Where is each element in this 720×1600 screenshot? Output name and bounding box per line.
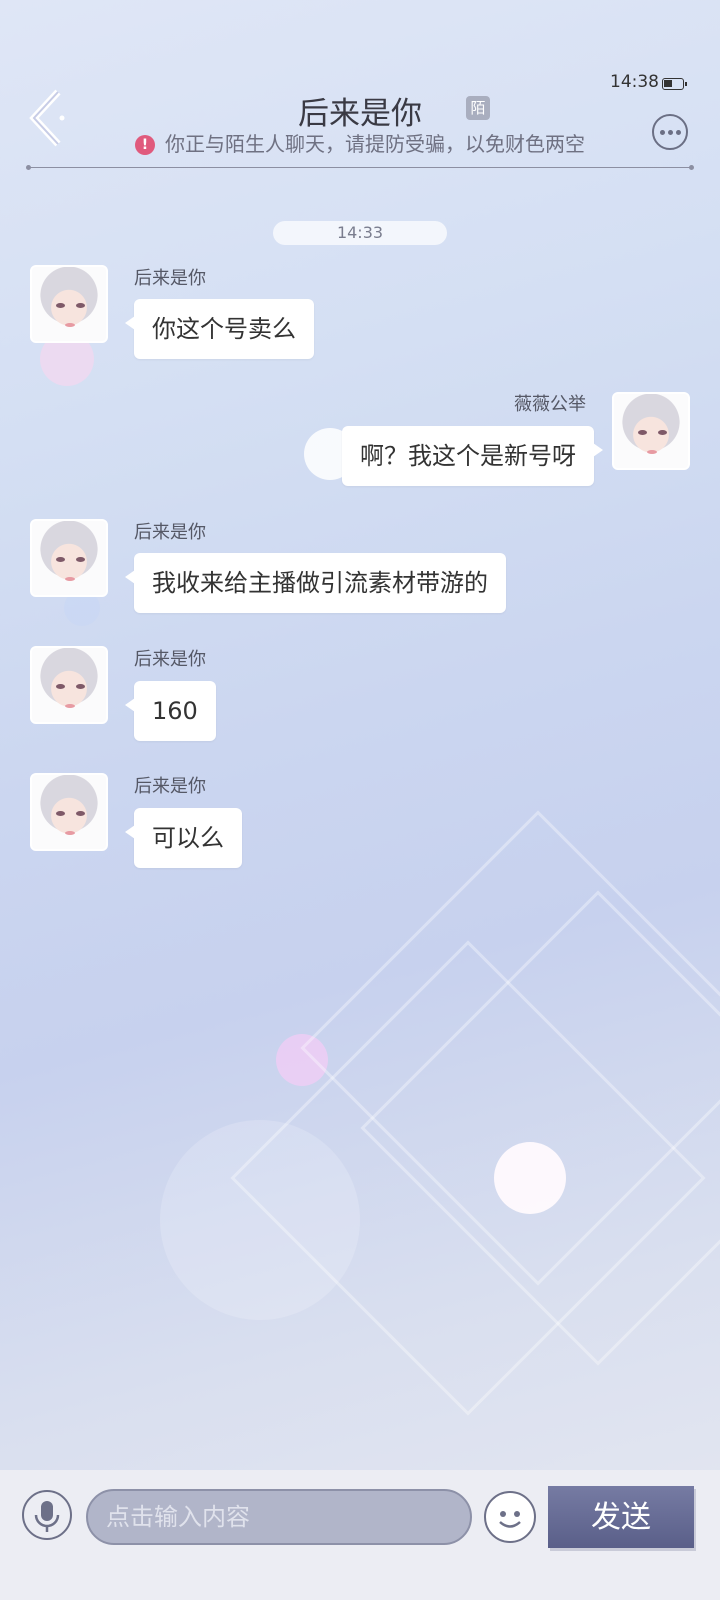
message-bubble[interactable]: 啊？我这个是新号呀 [342,426,603,486]
message-sender: 后来是你 [134,776,206,797]
bg-glow [276,1034,328,1086]
bg-diamond [360,890,720,1366]
send-button[interactable]: 发送 [548,1486,694,1548]
page-title: 后来是你 [298,96,422,132]
message-bubble[interactable]: 你这个号卖么 [125,299,314,359]
avatar[interactable] [30,773,108,851]
battery-fill [664,80,672,87]
microphone-icon[interactable] [22,1490,72,1540]
avatar[interactable] [30,519,108,597]
stranger-badge: 陌 [466,96,490,120]
stranger-warning: ! 你正与陌生人聊天，请提防受骗，以免财色两空 [0,128,720,157]
message-bubble[interactable]: 我收来给主播做引流素材带游的 [125,553,506,613]
emoji-face-icon[interactable] [484,1491,536,1543]
message-sender: 后来是你 [134,649,206,670]
header-divider [26,165,694,170]
more-dots-icon[interactable] [652,114,688,150]
avatar[interactable] [30,265,108,343]
bg-glow [494,1142,566,1214]
avatar[interactable] [612,392,690,470]
message-input[interactable] [86,1489,472,1545]
chat-timestamp: 14:33 [273,221,447,245]
message-bubble[interactable]: 160 [125,681,216,741]
message-sender: 后来是你 [134,522,206,543]
message-sender: 后来是你 [134,268,206,289]
bg-diamond [300,810,720,1286]
warning-text: 你正与陌生人聊天，请提防受骗，以免财色两空 [165,132,585,156]
message-sender: 薇薇公举 [514,394,586,415]
bg-glow [160,1120,360,1320]
bg-diamond [230,940,706,1416]
avatar[interactable] [30,646,108,724]
message-bubble[interactable]: 可以么 [125,808,242,868]
exclamation-icon: ! [135,135,155,155]
